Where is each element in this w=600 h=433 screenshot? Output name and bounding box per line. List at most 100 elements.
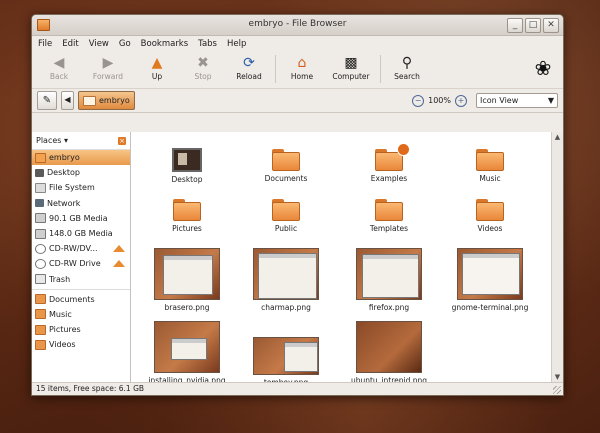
eject-icon[interactable] — [113, 245, 125, 253]
file-item-tomboy[interactable]: tomboy.png — [236, 337, 336, 387]
menu-view[interactable]: View — [88, 39, 110, 49]
window-title: embryo - File Browser — [248, 19, 347, 29]
sidebar-bookmark-videos[interactable]: Videos — [32, 337, 130, 352]
sidebar-item-media-90[interactable]: 90.1 GB Media — [32, 211, 130, 226]
sidebar-item-network[interactable]: Network — [32, 196, 130, 211]
reload-icon: ⟳ — [243, 54, 255, 71]
sidebar-item-trash[interactable]: Trash — [32, 272, 130, 287]
sidebar-bookmark-documents[interactable]: Documents — [32, 292, 130, 307]
folder-icon — [375, 199, 403, 221]
sidebar-item-cdrw-dvd[interactable]: CD-RW/DV... — [32, 241, 130, 256]
file-item-videos[interactable]: Videos — [440, 199, 540, 233]
stop-button[interactable]: ✖ Stop — [180, 51, 226, 87]
file-item-examples[interactable]: Examples — [339, 143, 439, 183]
image-thumbnail — [253, 248, 319, 300]
home-icon: ⌂ — [297, 54, 307, 71]
file-item-charmap[interactable]: charmap.png — [236, 248, 336, 312]
image-thumbnail — [356, 248, 422, 300]
breadcrumb-embryo[interactable]: embryo — [78, 91, 135, 110]
file-item-brasero[interactable]: brasero.png — [137, 248, 237, 312]
image-thumbnail — [356, 321, 422, 373]
status-bar: 15 items, Free space: 6.1 GB — [32, 382, 563, 395]
close-sidebar-icon[interactable]: × — [118, 136, 126, 145]
vertical-scrollbar[interactable]: ▲ ▼ — [551, 132, 563, 383]
folder-icon — [35, 309, 46, 320]
computer-icon: ▩ — [344, 54, 358, 71]
back-button[interactable]: ◀ Back — [36, 51, 82, 87]
menu-bookmarks[interactable]: Bookmarks — [140, 39, 190, 49]
trash-icon — [35, 274, 46, 285]
toolbar-separator — [380, 55, 381, 83]
home-button[interactable]: ⌂ Home — [279, 51, 325, 87]
reload-button[interactable]: ⟳ Reload — [226, 51, 272, 87]
menu-edit[interactable]: Edit — [61, 39, 79, 49]
home-icon — [35, 152, 46, 163]
optical-disc-icon — [35, 258, 46, 269]
computer-button[interactable]: ▩ Computer — [325, 51, 377, 87]
resize-grip-icon[interactable] — [553, 386, 561, 394]
back-arrow-icon: ◀ — [53, 54, 65, 71]
title-bar[interactable]: embryo - File Browser _ □ ✕ — [32, 15, 563, 36]
scroll-up-icon[interactable]: ▲ — [552, 132, 563, 143]
file-item-desktop[interactable]: Desktop — [137, 148, 237, 184]
menu-tabs[interactable]: Tabs — [197, 39, 218, 49]
file-item-pictures[interactable]: Pictures — [137, 199, 237, 233]
file-item-ubuntu-intrepid[interactable]: ubuntu_intrepid.png — [339, 321, 439, 385]
search-button[interactable]: ⚲ Search — [384, 51, 430, 87]
menu-bar: File Edit View Go Bookmarks Tabs Help — [32, 36, 563, 51]
edit-location-button[interactable]: ✎ — [37, 91, 57, 110]
up-arrow-icon: ▲ — [151, 54, 163, 71]
folder-icon — [272, 199, 300, 221]
gnome-foot-icon: ❀ — [534, 56, 552, 80]
desktop-folder-icon — [172, 148, 202, 172]
zoom-level[interactable]: 100% — [428, 96, 451, 105]
breadcrumb-left-button[interactable]: ◀ — [61, 91, 74, 110]
sidebar-header[interactable]: Places ▾ × — [32, 132, 130, 150]
sidebar-item-embryo[interactable]: embryo — [32, 150, 130, 166]
menu-go[interactable]: Go — [118, 39, 132, 49]
close-button[interactable]: ✕ — [543, 18, 559, 33]
menu-help[interactable]: Help — [226, 39, 247, 49]
up-button[interactable]: ▲ Up — [134, 51, 180, 87]
forward-button[interactable]: ▶ Forward — [82, 51, 134, 87]
sidebar-item-media-148[interactable]: 148.0 GB Media — [32, 226, 130, 241]
zoom-out-icon[interactable]: − — [412, 94, 425, 107]
file-item-templates[interactable]: Templates — [339, 199, 439, 233]
file-item-firefox[interactable]: firefox.png — [339, 248, 439, 312]
sidebar-divider — [32, 288, 130, 290]
image-thumbnail — [457, 248, 523, 300]
file-item-music[interactable]: Music — [440, 149, 540, 183]
file-item-installing-nvidia[interactable]: installing_nvidia.png — [137, 321, 237, 385]
file-item-public[interactable]: Public — [236, 199, 336, 233]
folder-icon — [272, 149, 300, 171]
network-icon — [35, 199, 44, 208]
dropdown-arrow-icon: ▼ — [547, 96, 554, 105]
file-view[interactable]: Desktop Documents Examples Music Picture… — [131, 132, 563, 387]
maximize-button[interactable]: □ — [525, 18, 541, 33]
menu-file[interactable]: File — [37, 39, 53, 49]
desktop-icon — [35, 168, 44, 177]
sidebar-bookmark-music[interactable]: Music — [32, 307, 130, 322]
optical-disc-icon — [35, 243, 46, 254]
sidebar-item-file-system[interactable]: File System — [32, 180, 130, 195]
eject-icon[interactable] — [113, 260, 125, 268]
file-item-documents[interactable]: Documents — [236, 149, 336, 183]
drive-icon — [35, 228, 46, 239]
image-thumbnail — [154, 248, 220, 300]
sidebar-item-cdrw-drive[interactable]: CD-RW Drive — [32, 256, 130, 271]
toolbar-separator — [275, 55, 276, 83]
image-thumbnail — [154, 321, 220, 373]
stop-icon: ✖ — [197, 54, 209, 71]
sidebar-bookmark-pictures[interactable]: Pictures — [32, 322, 130, 337]
minimize-button[interactable]: _ — [507, 18, 523, 33]
folder-icon — [476, 149, 504, 171]
file-item-gnome-terminal[interactable]: gnome-terminal.png — [440, 248, 540, 312]
folder-icon — [35, 294, 46, 305]
folder-icon — [35, 324, 46, 335]
zoom-in-icon[interactable]: + — [455, 94, 467, 107]
sidebar-item-desktop[interactable]: Desktop — [32, 165, 130, 180]
file-browser-window: embryo - File Browser _ □ ✕ File Edit Vi… — [31, 14, 564, 396]
drive-icon — [35, 213, 46, 224]
zoom-control: − 100% + — [412, 94, 467, 107]
view-selector[interactable]: Icon View ▼ — [476, 93, 558, 108]
